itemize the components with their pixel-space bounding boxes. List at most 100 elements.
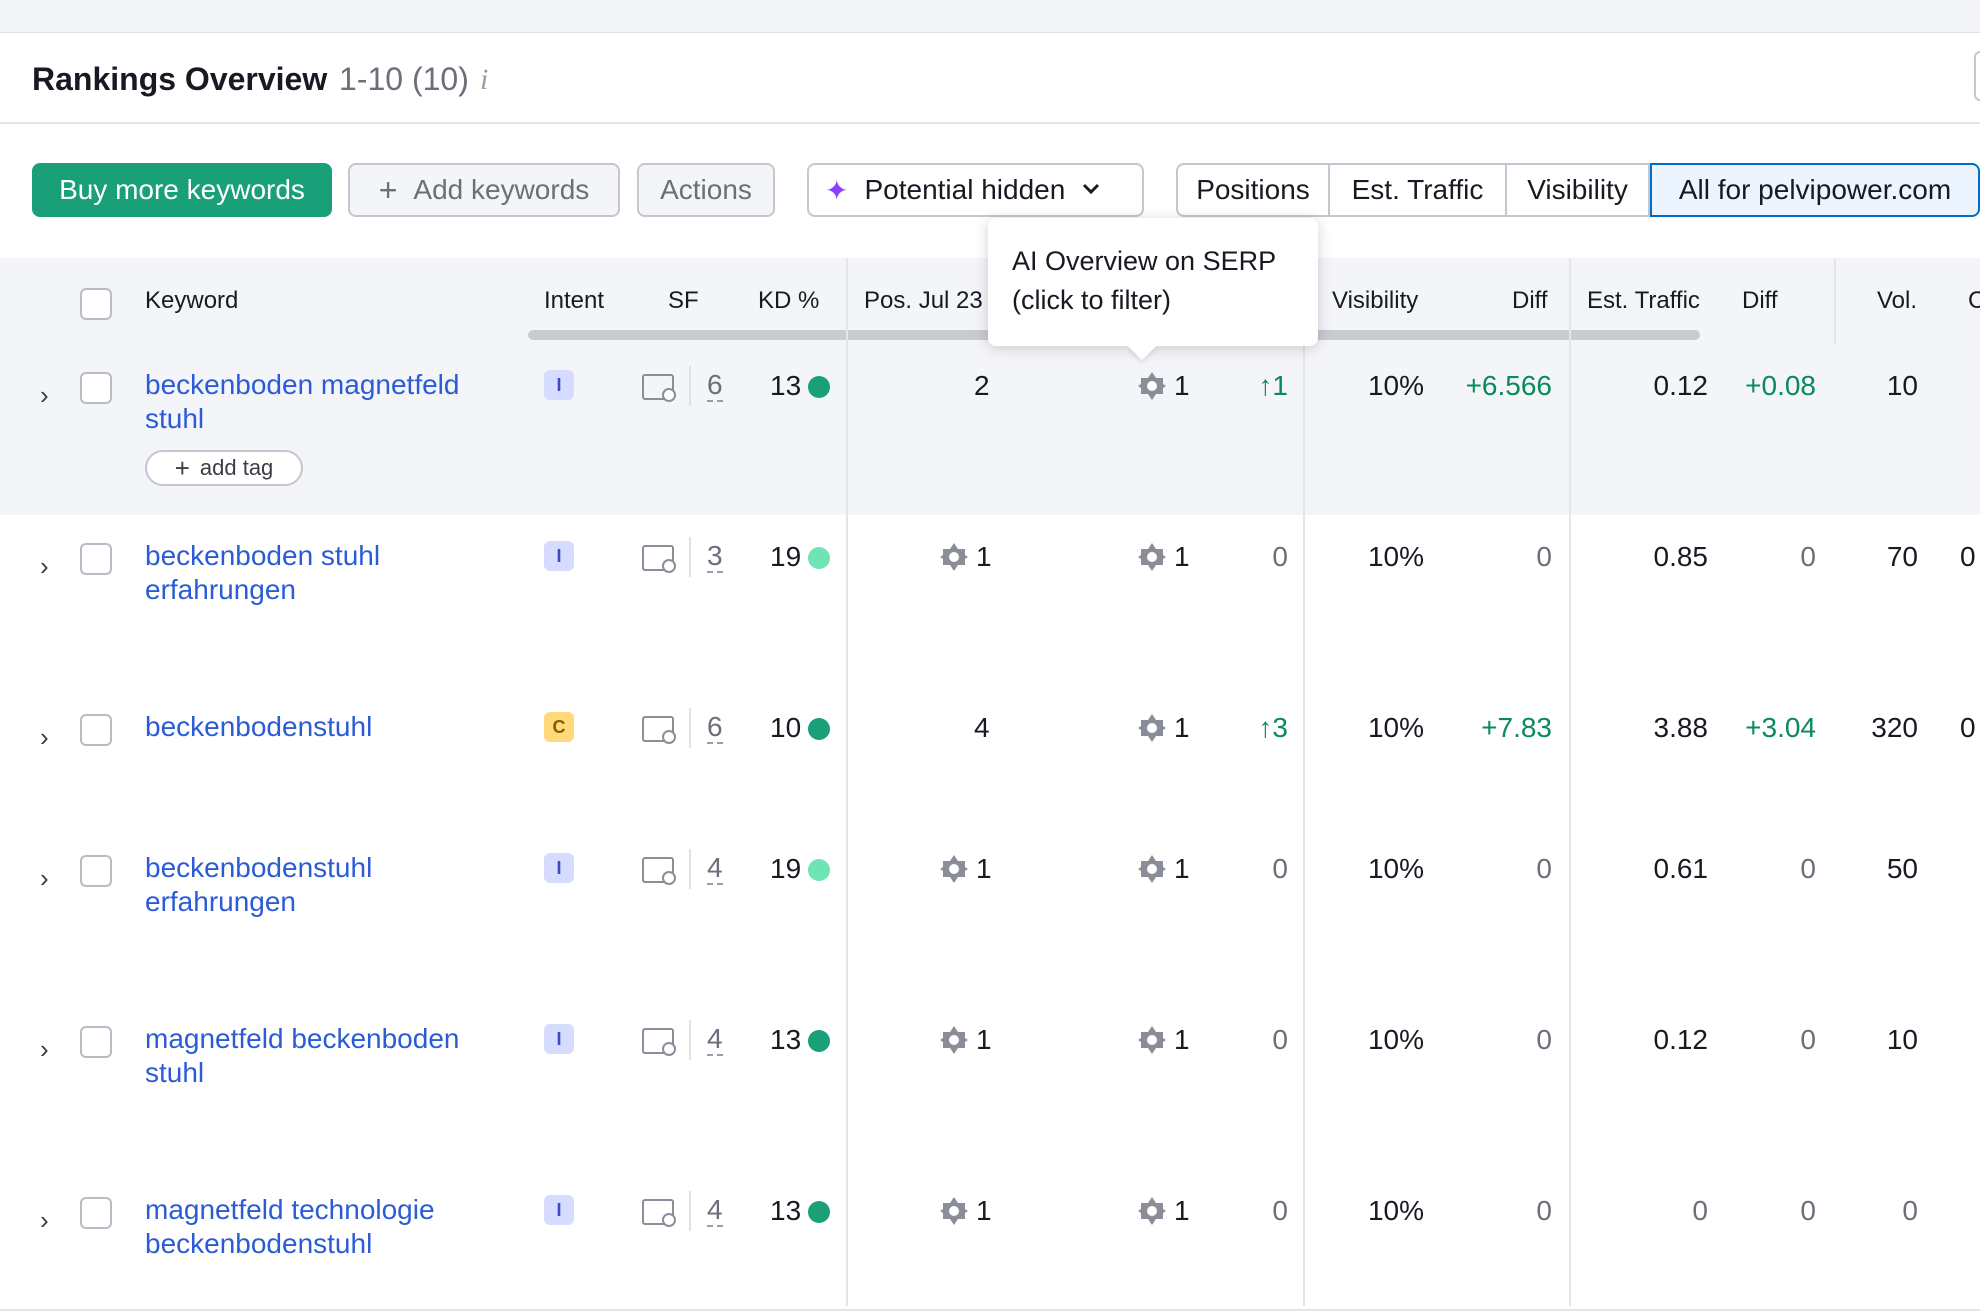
col-keyword[interactable]: Keyword <box>145 258 238 344</box>
sf-count[interactable]: 6 <box>707 370 723 402</box>
table-row[interactable]: › magnetfeld technologie beckenbodenstuhl… <box>0 1169 1980 1311</box>
ai-overview-icon[interactable] <box>1136 1195 1168 1227</box>
sf-count[interactable]: 4 <box>707 1195 723 1227</box>
keyword-link[interactable]: beckenboden stuhl erfahrungen <box>145 539 515 607</box>
sf-count[interactable]: 6 <box>707 712 723 744</box>
row-checkbox[interactable] <box>80 855 112 887</box>
sf-separator <box>689 537 691 577</box>
tab-positions[interactable]: Positions <box>1176 163 1330 217</box>
volume-value: 10 <box>1886 1024 1918 1055</box>
potential-hidden-dropdown[interactable]: ✦ Potential hidden <box>807 163 1144 217</box>
ai-overview-tooltip: AI Overview on SERP (click to filter) <box>988 218 1318 346</box>
est-traffic-value: 0.12 <box>1653 370 1709 401</box>
visibility-value: 10% <box>1367 712 1424 743</box>
ai-overview-icon[interactable] <box>1136 370 1168 402</box>
expand-chevron-icon[interactable]: › <box>40 1205 49 1236</box>
tab-est-traffic[interactable]: Est. Traffic <box>1330 163 1507 217</box>
sf-count[interactable]: 4 <box>707 1024 723 1056</box>
table-row[interactable]: › magnetfeld beckenboden stuhl I 4 13 1 1 0 10% 0… <box>0 998 1980 1171</box>
keyword-link[interactable]: beckenboden magnetfeld stuhl <box>145 368 515 436</box>
info-icon[interactable]: i <box>480 63 488 97</box>
kd-difficulty-dot <box>808 1201 830 1223</box>
sf-count[interactable]: 4 <box>707 853 723 885</box>
keyword-link[interactable]: magnetfeld beckenboden stuhl <box>145 1022 515 1090</box>
visibility-diff: 0 <box>1536 1195 1552 1226</box>
expand-chevron-icon[interactable]: › <box>40 1034 49 1065</box>
actions-button[interactable]: Actions <box>637 163 775 217</box>
volume-value: 50 <box>1886 853 1918 884</box>
cut-off-value: 0 <box>1960 541 1976 572</box>
add-keywords-label: Add keywords <box>413 174 590 205</box>
kd-difficulty-dot <box>808 1030 830 1052</box>
select-all-checkbox[interactable] <box>80 288 112 320</box>
tooltip-line-2: (click to filter) <box>1012 285 1172 315</box>
add-keywords-button[interactable]: + Add keywords <box>348 163 620 217</box>
plus-icon: + <box>378 171 398 208</box>
kd-value: 13 <box>770 1024 802 1055</box>
kd-value: 19 <box>770 541 802 572</box>
ai-overview-icon[interactable] <box>1136 712 1168 744</box>
current-position: 1 <box>1174 541 1190 572</box>
ai-overview-icon[interactable] <box>1136 1024 1168 1056</box>
add-tag-button[interactable]: + add tag <box>145 450 303 486</box>
kd-difficulty-dot <box>808 376 830 398</box>
expand-chevron-icon[interactable]: › <box>40 722 49 753</box>
est-traffic-value: 0.61 <box>1653 853 1709 884</box>
visibility-diff: 0 <box>1536 541 1552 572</box>
serp-features-icon[interactable] <box>642 716 676 744</box>
position-change: 0 <box>1272 541 1288 572</box>
intent-badge: I <box>544 853 574 883</box>
prev-position: 1 <box>976 853 992 884</box>
visibility-value: 10% <box>1367 1195 1424 1226</box>
expand-chevron-icon[interactable]: › <box>40 380 49 411</box>
ai-overview-icon[interactable] <box>938 1195 970 1227</box>
serp-features-icon[interactable] <box>642 857 676 885</box>
ai-overview-icon[interactable] <box>1136 541 1168 573</box>
intent-badge: C <box>544 712 574 742</box>
header-edge-control[interactable] <box>1974 51 1980 101</box>
col-cut-off[interactable]: C <box>1968 258 1980 344</box>
traffic-diff: 0 <box>1800 1195 1816 1226</box>
prev-position: 2 <box>974 370 990 401</box>
table-row[interactable]: › beckenbodenstuhl C 6 10 4 1 ↑3 10% +7.83 3.88 +3.… <box>0 686 1980 829</box>
expand-chevron-icon[interactable]: › <box>40 863 49 894</box>
serp-features-icon[interactable] <box>642 1028 676 1056</box>
current-position: 1 <box>1174 370 1190 401</box>
column-divider <box>846 258 848 1306</box>
col-volume[interactable]: Vol. <box>1877 258 1917 344</box>
buy-more-keywords-button[interactable]: Buy more keywords <box>32 163 332 217</box>
serp-features-icon[interactable] <box>642 374 676 402</box>
sparkle-icon: ✦ <box>825 174 849 206</box>
ai-overview-icon[interactable] <box>938 853 970 885</box>
kd-difficulty-dot <box>808 547 830 569</box>
table-row[interactable]: › beckenboden stuhl erfahrungen I 3 19 1 1 0 10%… <box>0 515 1980 688</box>
table-row[interactable]: › beckenbodenstuhl erfahrungen I 4 19 1 1 0 10% 0… <box>0 827 1980 1000</box>
tab-visibility[interactable]: Visibility <box>1507 163 1650 217</box>
add-tag-label: add tag <box>199 455 274 480</box>
ai-overview-icon[interactable] <box>938 541 970 573</box>
expand-chevron-icon[interactable]: › <box>40 551 49 582</box>
keyword-link[interactable]: magnetfeld technologie beckenbodenstuhl <box>145 1193 515 1261</box>
keyword-link[interactable]: beckenbodenstuhl <box>145 710 515 744</box>
intent-badge: I <box>544 1024 574 1054</box>
est-traffic-value: 0.85 <box>1653 541 1709 572</box>
keyword-link[interactable]: beckenbodenstuhl erfahrungen <box>145 851 515 919</box>
current-position: 1 <box>1174 712 1190 743</box>
tab-all-for-domain[interactable]: All for pelvipower.com <box>1650 163 1980 217</box>
row-checkbox[interactable] <box>80 714 112 746</box>
top-strip <box>0 0 1980 33</box>
row-checkbox[interactable] <box>80 1026 112 1058</box>
table-row[interactable]: › beckenboden magnetfeld stuhl I 6 13 2 1 ↑1 10%… <box>0 344 1980 517</box>
ai-overview-icon[interactable] <box>1136 853 1168 885</box>
kd-difficulty-dot <box>808 718 830 740</box>
col-traffic-diff[interactable]: Diff <box>1742 258 1778 344</box>
row-checkbox[interactable] <box>80 1197 112 1229</box>
ai-overview-icon[interactable] <box>938 1024 970 1056</box>
current-position: 1 <box>1174 1195 1190 1226</box>
serp-features-icon[interactable] <box>642 1199 676 1227</box>
row-checkbox[interactable] <box>80 543 112 575</box>
serp-features-icon[interactable] <box>642 545 676 573</box>
result-count: 1-10 (10) <box>339 61 469 97</box>
sf-count[interactable]: 3 <box>707 541 723 573</box>
row-checkbox[interactable] <box>80 372 112 404</box>
